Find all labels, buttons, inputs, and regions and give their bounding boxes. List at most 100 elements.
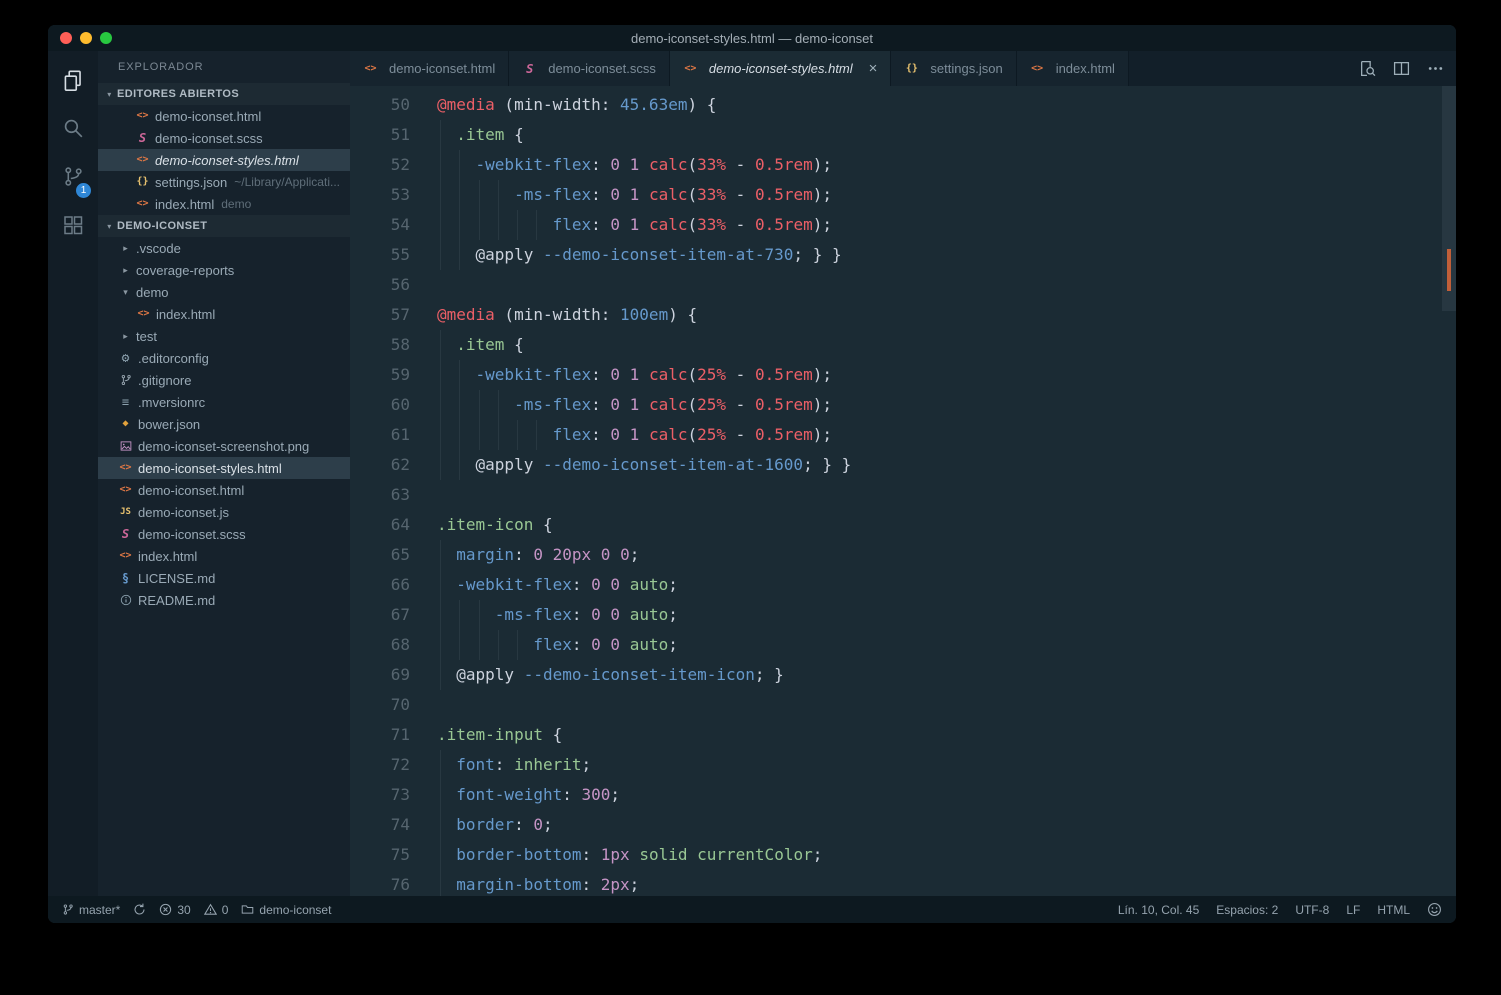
code-line-73[interactable]: 73 font-weight: 300; (350, 780, 1456, 810)
code-line-70[interactable]: 70 (350, 690, 1456, 720)
chevron-right-icon: ▸ (123, 264, 128, 275)
code-line-74[interactable]: 74 border: 0; (350, 810, 1456, 840)
tree-item-mversionrc[interactable]: ≡ .mversionrc (98, 391, 350, 413)
html-icon: <> (684, 62, 697, 74)
section-header-demo-iconset[interactable]: ▾ DEMO-ICONSET (98, 215, 350, 237)
source-control-button[interactable]: 1 (48, 155, 98, 203)
code-line-55[interactable]: 55 @apply --demo-iconset-item-at-730; } … (350, 240, 1456, 270)
code-line-67[interactable]: 67 -ms-flex: 0 0 auto; (350, 600, 1456, 630)
code-line-62[interactable]: 62 @apply --demo-iconset-item-at-1600; }… (350, 450, 1456, 480)
code-line-65[interactable]: 65 margin: 0 20px 0 0; (350, 540, 1456, 570)
explorer-button[interactable] (48, 59, 98, 107)
section-header-editores-abiertos[interactable]: ▾ EDITORES ABIERTOS (98, 83, 350, 105)
indent-guide (497, 390, 499, 420)
status-errors[interactable]: 30 (159, 903, 191, 917)
item-label: index.html (155, 196, 215, 212)
open-editor-index-html[interactable]: <> index.html demo (98, 193, 350, 215)
item-label: demo-iconset.js (138, 504, 230, 520)
line-content: flex: 0 1 calc(33% - 0.5rem); (437, 210, 832, 240)
tree-item-vscode[interactable]: ▸ .vscode (98, 237, 350, 259)
code-line-53[interactable]: 53 -ms-flex: 0 1 calc(33% - 0.5rem); (350, 180, 1456, 210)
status-warnings[interactable]: 0 (203, 903, 228, 917)
tree-item-coverage-reports[interactable]: ▸ coverage-reports (98, 259, 350, 281)
code-line-58[interactable]: 58 .item { (350, 330, 1456, 360)
code-area[interactable]: 50 @media (min-width: 45.63em) {51 .item … (350, 86, 1456, 896)
line-number: 73 (390, 785, 410, 804)
editor-scrollbar[interactable] (1442, 86, 1456, 896)
indent-guide (440, 330, 441, 360)
indent-guide (536, 420, 538, 450)
code-line-50[interactable]: 50 @media (min-width: 45.63em) { (350, 90, 1456, 120)
status-sync[interactable] (133, 903, 146, 916)
tree-item-index-html[interactable]: <> index.html (98, 545, 350, 567)
code-line-52[interactable]: 52 -webkit-flex: 0 1 calc(33% - 0.5rem); (350, 150, 1456, 180)
item-label: demo-iconset.html (138, 482, 245, 498)
code-line-71[interactable]: 71 .item-input { (350, 720, 1456, 750)
open-editor-demo-iconset-styles-html[interactable]: <> demo-iconset-styles.html (98, 149, 350, 171)
indent-guide (440, 870, 441, 896)
tree-item-gitignore[interactable]: .gitignore (98, 369, 350, 391)
open-editor-demo-iconset-html[interactable]: <> demo-iconset.html (98, 105, 350, 127)
status-branch[interactable]: master* (62, 903, 120, 917)
search-button[interactable] (48, 107, 98, 155)
tree-item-test[interactable]: ▸ test (98, 325, 350, 347)
tree-item-index-html[interactable]: <> index.html (98, 303, 350, 325)
tab-index-html[interactable]: <> index.html (1016, 51, 1129, 86)
status-encoding[interactable]: UTF-8 (1295, 903, 1329, 917)
item-label: bower.json (138, 416, 201, 432)
open-preview-icon[interactable] (1359, 60, 1376, 77)
code-line-60[interactable]: 60 -ms-flex: 0 1 calc(25% - 0.5rem); (350, 390, 1456, 420)
code-line-61[interactable]: 61 flex: 0 1 calc(25% - 0.5rem); (350, 420, 1456, 450)
tab-demo-iconset-styles-html[interactable]: <> demo-iconset-styles.html × (669, 51, 892, 86)
open-editor-demo-iconset-scss[interactable]: Sdemo-iconset.scss (98, 127, 350, 149)
close-tab-icon[interactable]: × (869, 61, 878, 76)
tree-item-demo-iconset-styles-html[interactable]: <> demo-iconset-styles.html (98, 457, 350, 479)
tree-item-editorconfig[interactable]: ⚙ .editorconfig (98, 347, 350, 369)
code-line-57[interactable]: 57 @media (min-width: 100em) { (350, 300, 1456, 330)
line-number: 52 (390, 155, 410, 174)
tab-demo-iconset-scss[interactable]: Sdemo-iconset.scss (509, 51, 670, 86)
status-eol[interactable]: LF (1346, 903, 1360, 917)
item-label: index.html (138, 548, 198, 564)
code-line-69[interactable]: 69 @apply --demo-iconset-item-icon; } (350, 660, 1456, 690)
code-line-59[interactable]: 59 -webkit-flex: 0 1 calc(25% - 0.5rem); (350, 360, 1456, 390)
code-line-72[interactable]: 72 font: inherit; (350, 750, 1456, 780)
indent-guide (459, 210, 461, 240)
tree-item-readme-md[interactable]: README.md (98, 589, 350, 611)
status-indentation[interactable]: Espacios: 2 (1216, 903, 1278, 917)
code-line-54[interactable]: 54 flex: 0 1 calc(33% - 0.5rem); (350, 210, 1456, 240)
line-content: margin: 0 20px 0 0; (437, 540, 639, 570)
code-line-63[interactable]: 63 (350, 480, 1456, 510)
tree-item-demo[interactable]: ▾ demo (98, 281, 350, 303)
code-line-76[interactable]: 76 margin-bottom: 2px; (350, 870, 1456, 896)
code-line-51[interactable]: 51 .item { (350, 120, 1456, 150)
tree-item-demo-iconset-html[interactable]: <> demo-iconset.html (98, 479, 350, 501)
tree-item-demo-iconset-js[interactable]: JS demo-iconset.js (98, 501, 350, 523)
item-label: .mversionrc (138, 394, 206, 410)
status-feedback[interactable] (1427, 902, 1442, 917)
minimize-window-button[interactable] (80, 32, 92, 44)
split-editor-icon[interactable] (1393, 60, 1410, 77)
more-actions-icon[interactable] (1427, 60, 1444, 77)
zoom-window-button[interactable] (100, 32, 112, 44)
indent-guide (440, 150, 441, 180)
tree-item-demo-iconset-scss[interactable]: Sdemo-iconset.scss (98, 523, 350, 545)
extensions-button[interactable] (48, 203, 98, 251)
tab-settings-json[interactable]: {} settings.json (891, 51, 1017, 86)
close-window-button[interactable] (60, 32, 72, 44)
code-line-68[interactable]: 68 flex: 0 0 auto; (350, 630, 1456, 660)
status-folder[interactable]: demo-iconset (241, 903, 331, 917)
code-line-66[interactable]: 66 -webkit-flex: 0 0 auto; (350, 570, 1456, 600)
code-line-75[interactable]: 75 border-bottom: 1px solid currentColor… (350, 840, 1456, 870)
open-editor-settings-json[interactable]: {} settings.json ~/Library/Applicati... (98, 171, 350, 193)
status-cursor-position[interactable]: Lín. 10, Col. 45 (1118, 903, 1199, 917)
code-line-64[interactable]: 64 .item-icon { (350, 510, 1456, 540)
line-number: 50 (390, 95, 410, 114)
editor[interactable]: 50 @media (min-width: 45.63em) {51 .item … (350, 86, 1456, 896)
tree-item-demo-iconset-screenshot-png[interactable]: demo-iconset-screenshot.png (98, 435, 350, 457)
tree-item-license-md[interactable]: § LICENSE.md (98, 567, 350, 589)
code-line-56[interactable]: 56 (350, 270, 1456, 300)
tree-item-bower-json[interactable]: ◆ bower.json (98, 413, 350, 435)
status-language[interactable]: HTML (1377, 903, 1410, 917)
tab-demo-iconset-html[interactable]: <> demo-iconset.html (350, 51, 510, 86)
